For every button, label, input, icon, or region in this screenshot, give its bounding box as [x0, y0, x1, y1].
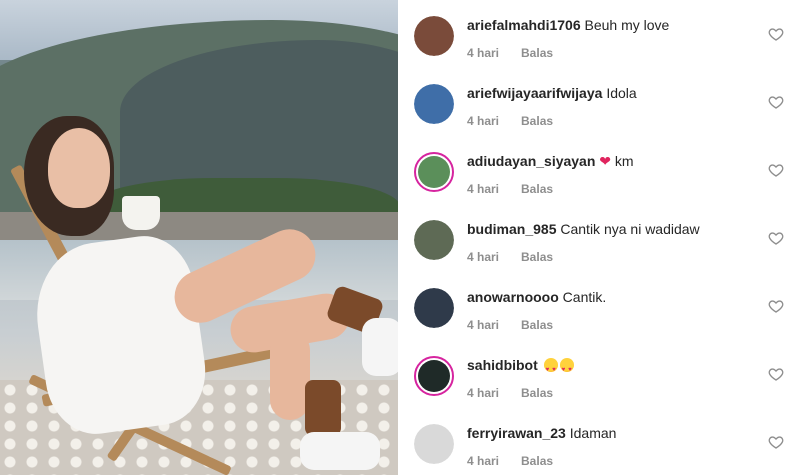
avatar[interactable] — [414, 152, 454, 192]
comment-line: ferryirawan_23 Idaman — [467, 424, 756, 442]
reply-button[interactable]: Balas — [521, 318, 553, 332]
avatar[interactable] — [414, 424, 454, 464]
comment-line: ariefalmahdi1706 Beuh my love — [467, 16, 756, 34]
post-photo[interactable] — [0, 0, 398, 475]
avatar-image — [418, 360, 450, 392]
comment-body: ariefalmahdi1706 Beuh my love 4 hari Bal… — [467, 16, 756, 60]
avatar[interactable] — [414, 84, 454, 124]
comment-time: 4 hari — [467, 46, 500, 60]
comment-meta: 4 hari Balas — [467, 318, 756, 332]
heart-outline-icon[interactable] — [768, 298, 784, 314]
heart-eyes-emoji-icon — [543, 358, 558, 379]
reply-button[interactable]: Balas — [521, 250, 553, 264]
comments-list: ariefalmahdi1706 Beuh my love 4 hari Bal… — [398, 0, 800, 475]
avatar-image — [414, 16, 454, 56]
comment-time: 4 hari — [467, 182, 500, 196]
comment-meta: 4 hari Balas — [467, 386, 756, 400]
photo-shirt — [27, 229, 213, 441]
comment-line: sahidbibot — [467, 356, 756, 379]
comment-body: adiudayan_siyayan ❤ km 4 hari Balas — [467, 152, 756, 196]
heart-outline-icon[interactable] — [768, 26, 784, 42]
comment-body: anowarnoooo Cantik. 4 hari Balas — [467, 288, 756, 332]
comment-time: 4 hari — [467, 318, 500, 332]
comment-body: sahidbibot 4 hari Balas — [467, 356, 756, 400]
comment-text — [542, 357, 574, 379]
comment-line: adiudayan_siyayan ❤ km — [467, 152, 756, 170]
reply-button[interactable]: Balas — [521, 46, 553, 60]
comment-item: anowarnoooo Cantik. 4 hari Balas — [412, 272, 800, 340]
comment-text: Cantik nya ni wadidaw — [560, 221, 700, 237]
reply-button[interactable]: Balas — [521, 114, 553, 128]
comment-time: 4 hari — [467, 250, 500, 264]
avatar-image — [414, 220, 454, 260]
comment-meta: 4 hari Balas — [467, 114, 756, 128]
heart-outline-icon[interactable] — [768, 94, 784, 110]
comment-item: sahidbibot 4 hari Balas — [412, 340, 800, 408]
comment-text: Idola — [606, 85, 637, 101]
photo-face — [48, 128, 110, 208]
heart-outline-icon[interactable] — [768, 230, 784, 246]
reply-button[interactable]: Balas — [521, 386, 553, 400]
comment-username[interactable]: ariefalmahdi1706 — [467, 17, 581, 33]
photo-sock — [305, 380, 341, 436]
comment-time: 4 hari — [467, 386, 500, 400]
screen: ariefalmahdi1706 Beuh my love 4 hari Bal… — [0, 0, 800, 475]
comment-item: ariefwijayaarifwijaya Idola 4 hari Balas — [412, 68, 800, 136]
reply-button[interactable]: Balas — [521, 182, 553, 196]
comment-time: 4 hari — [467, 114, 500, 128]
avatar-image — [414, 424, 454, 464]
comment-meta: 4 hari Balas — [467, 250, 756, 264]
comment-item: ariefalmahdi1706 Beuh my love 4 hari Bal… — [412, 0, 800, 68]
reply-button[interactable]: Balas — [521, 454, 553, 468]
comment-body: budiman_985 Cantik nya ni wadidaw 4 hari… — [467, 220, 756, 264]
comment-username[interactable]: adiudayan_siyayan — [467, 153, 595, 169]
comment-text: km — [614, 153, 634, 169]
comment-item: ferryirawan_23 Idaman 4 hari Balas — [412, 408, 800, 475]
comment-meta: 4 hari Balas — [467, 182, 756, 196]
comment-item: budiman_985 Cantik nya ni wadidaw 4 hari… — [412, 204, 800, 272]
avatar-image — [414, 288, 454, 328]
heart-emoji-icon: ❤ — [599, 153, 612, 169]
comment-meta: 4 hari Balas — [467, 454, 756, 468]
photo-shoe — [362, 318, 398, 376]
comment-body: ariefwijayaarifwijaya Idola 4 hari Balas — [467, 84, 756, 128]
comment-text: Beuh my love — [584, 17, 670, 33]
heart-eyes-emoji-icon — [559, 358, 574, 379]
comment-item: adiudayan_siyayan ❤ km 4 hari Balas — [412, 136, 800, 204]
comment-username[interactable]: ariefwijayaarifwijaya — [467, 85, 602, 101]
avatar[interactable] — [414, 288, 454, 328]
photo-shoe — [300, 432, 380, 470]
heart-outline-icon[interactable] — [768, 366, 784, 382]
avatar[interactable] — [414, 16, 454, 56]
comment-username[interactable]: sahidbibot — [467, 357, 538, 373]
comment-time: 4 hari — [467, 454, 500, 468]
photo-cup — [122, 196, 160, 230]
comment-username[interactable]: budiman_985 — [467, 221, 556, 237]
avatar[interactable] — [414, 356, 454, 396]
comment-meta: 4 hari Balas — [467, 46, 756, 60]
comment-username[interactable]: ferryirawan_23 — [467, 425, 566, 441]
comment-line: budiman_985 Cantik nya ni wadidaw — [467, 220, 756, 238]
heart-outline-icon[interactable] — [768, 162, 784, 178]
comment-text: Idaman — [569, 425, 617, 441]
avatar-image — [418, 156, 450, 188]
avatar[interactable] — [414, 220, 454, 260]
comment-username[interactable]: anowarnoooo — [467, 289, 559, 305]
heart-outline-icon[interactable] — [768, 434, 784, 450]
comment-body: ferryirawan_23 Idaman 4 hari Balas — [467, 424, 756, 468]
comment-line: ariefwijayaarifwijaya Idola — [467, 84, 756, 102]
photo-leg — [270, 330, 310, 420]
comment-line: anowarnoooo Cantik. — [467, 288, 756, 306]
comment-text: Cantik. — [562, 289, 607, 305]
avatar-image — [414, 84, 454, 124]
